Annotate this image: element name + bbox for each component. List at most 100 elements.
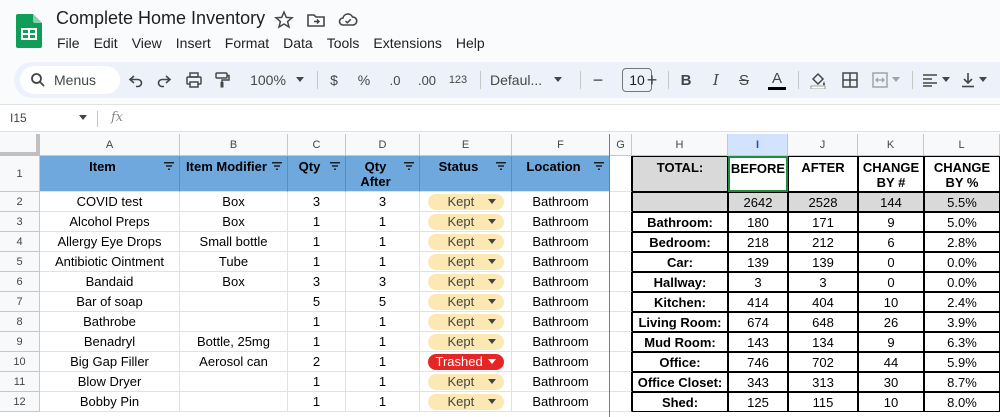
cell-qty[interactable]: 1 xyxy=(288,392,346,412)
cell-item-modifier[interactable] xyxy=(180,312,288,332)
cell-empty[interactable] xyxy=(610,392,632,412)
summary-change[interactable]: 10 xyxy=(858,292,924,312)
cell-status[interactable]: Kept xyxy=(420,192,512,212)
cloud-status-icon[interactable] xyxy=(338,10,358,30)
cell-item[interactable]: COVID test xyxy=(40,192,180,212)
summary-room[interactable]: Office: xyxy=(632,352,728,372)
increase-decimal-button[interactable]: .00 xyxy=(412,62,442,98)
borders-button[interactable] xyxy=(838,62,862,98)
cell-qty-after[interactable]: 1 xyxy=(346,332,420,352)
filter-icon[interactable] xyxy=(272,162,282,170)
row-header-4[interactable]: 4 xyxy=(0,232,40,252)
menu-data[interactable]: Data xyxy=(283,35,313,51)
cell-qty-after[interactable]: 1 xyxy=(346,252,420,272)
row-header-7[interactable]: 7 xyxy=(0,292,40,312)
number-format-button[interactable]: 123 xyxy=(446,62,470,98)
cell-qty-after[interactable]: 3 xyxy=(346,272,420,292)
menu-view[interactable]: View xyxy=(132,35,162,51)
redo-button[interactable] xyxy=(152,62,176,98)
column-header-e[interactable]: E xyxy=(420,134,512,156)
summary-room[interactable]: Bathroom: xyxy=(632,212,728,232)
font-select[interactable]: Defaul... xyxy=(490,62,566,98)
cell-location[interactable]: Bathroom xyxy=(512,332,610,352)
menu-edit[interactable]: Edit xyxy=(94,35,118,51)
cell-empty[interactable] xyxy=(610,156,632,192)
row-header-10[interactable]: 10 xyxy=(0,352,40,372)
column-header-b[interactable]: B xyxy=(180,134,288,156)
paint-format-button[interactable] xyxy=(210,62,234,98)
summary-total-before[interactable]: 2642 xyxy=(728,192,788,212)
column-header-j[interactable]: J xyxy=(788,134,858,156)
cell-status[interactable]: Kept xyxy=(420,212,512,232)
cell-status[interactable]: Kept xyxy=(420,272,512,292)
sheets-logo-icon[interactable] xyxy=(16,14,42,48)
cell-location[interactable]: Bathroom xyxy=(512,292,610,312)
status-chip[interactable]: Kept xyxy=(427,193,504,210)
status-chip[interactable]: Kept xyxy=(427,393,504,410)
summary-before[interactable]: 3 xyxy=(728,272,788,292)
header-item[interactable]: Item xyxy=(40,156,180,192)
menu-insert[interactable]: Insert xyxy=(176,35,211,51)
summary-room[interactable]: Living Room: xyxy=(632,312,728,332)
zoom-select[interactable]: 100% xyxy=(244,62,310,98)
text-color-button[interactable]: A xyxy=(766,62,788,98)
cell-location[interactable]: Bathroom xyxy=(512,352,610,372)
cell-qty-after[interactable]: 5 xyxy=(346,292,420,312)
cell-item-modifier[interactable]: Aerosol can xyxy=(180,352,288,372)
star-icon[interactable] xyxy=(274,10,294,30)
column-header-g[interactable]: G xyxy=(610,134,632,156)
filter-icon[interactable] xyxy=(164,162,174,170)
summary-room[interactable]: Mud Room: xyxy=(632,332,728,352)
header-qty[interactable]: Qty xyxy=(288,156,346,192)
summary-change[interactable]: 30 xyxy=(858,372,924,392)
summary-after[interactable]: 3 xyxy=(788,272,858,292)
filter-icon[interactable] xyxy=(496,162,506,170)
summary-before[interactable]: 746 xyxy=(728,352,788,372)
summary-after[interactable]: 115 xyxy=(788,392,858,412)
summary-change[interactable]: 9 xyxy=(858,332,924,352)
summary-room[interactable]: Hallway: xyxy=(632,272,728,292)
status-chip[interactable]: Trashed xyxy=(427,353,504,370)
status-chip[interactable]: Kept xyxy=(427,293,504,310)
cell-item-modifier[interactable] xyxy=(180,392,288,412)
summary-change[interactable]: 0 xyxy=(858,272,924,292)
column-header-k[interactable]: K xyxy=(858,134,924,156)
bold-button[interactable]: B xyxy=(678,62,694,98)
status-chip[interactable]: Kept xyxy=(427,313,504,330)
status-chip[interactable]: Kept xyxy=(427,373,504,390)
cell-location[interactable]: Bathroom xyxy=(512,192,610,212)
cell-qty-after[interactable]: 1 xyxy=(346,312,420,332)
summary-total-label[interactable]: TOTAL: xyxy=(632,156,728,192)
cell-status[interactable]: Kept xyxy=(420,332,512,352)
filter-icon[interactable] xyxy=(330,162,340,170)
menu-file[interactable]: File xyxy=(57,35,80,51)
cell-item-modifier[interactable]: Box xyxy=(180,212,288,232)
cell-item[interactable]: Bar of soap xyxy=(40,292,180,312)
cell-qty[interactable]: 1 xyxy=(288,332,346,352)
undo-button[interactable] xyxy=(124,62,148,98)
name-box-dropdown-icon[interactable] xyxy=(79,115,87,120)
summary-change-pct-header[interactable]: CHANGE BY % xyxy=(924,156,1000,192)
cell-item[interactable]: Bandaid xyxy=(40,272,180,292)
summary-change[interactable]: 6 xyxy=(858,232,924,252)
increase-font-size-button[interactable]: + xyxy=(644,62,660,98)
status-chip[interactable]: Kept xyxy=(427,213,504,230)
filter-icon[interactable] xyxy=(594,162,604,170)
cell-qty[interactable]: 5 xyxy=(288,292,346,312)
status-chip[interactable]: Kept xyxy=(427,233,504,250)
summary-pct[interactable]: 2.8% xyxy=(924,232,1000,252)
column-header-f[interactable]: F xyxy=(512,134,610,156)
header-status[interactable]: Status xyxy=(420,156,512,192)
status-chip[interactable]: Kept xyxy=(427,253,504,270)
summary-pct[interactable]: 3.9% xyxy=(924,312,1000,332)
cell-item[interactable]: Benadryl xyxy=(40,332,180,352)
summary-after[interactable]: 404 xyxy=(788,292,858,312)
cell-status[interactable]: Kept xyxy=(420,252,512,272)
cell-status[interactable]: Kept xyxy=(420,312,512,332)
cell-location[interactable]: Bathroom xyxy=(512,212,610,232)
cell-item[interactable]: Alcohol Preps xyxy=(40,212,180,232)
cell-qty[interactable]: 1 xyxy=(288,372,346,392)
column-header-i[interactable]: I xyxy=(728,134,788,156)
header-location[interactable]: Location xyxy=(512,156,610,192)
summary-pct[interactable]: 8.7% xyxy=(924,372,1000,392)
